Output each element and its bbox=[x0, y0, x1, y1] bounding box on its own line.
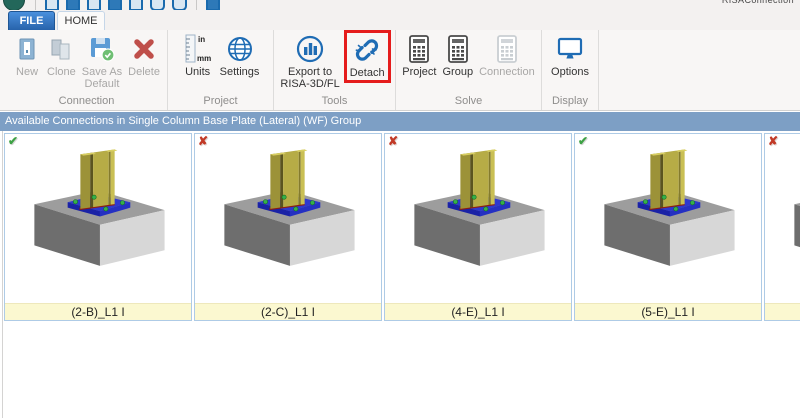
new-file-icon[interactable] bbox=[45, 0, 59, 10]
export-chart-icon bbox=[295, 33, 325, 65]
save-icon[interactable] bbox=[87, 0, 101, 10]
connection-label[interactable]: (2-C)_L1 I bbox=[195, 303, 381, 320]
risaconnection-window: { "window": { "title_fragment": "RISACon… bbox=[0, 0, 800, 418]
ribbon-group-tools: Export to RISA-3D/FL Detach Tools bbox=[274, 30, 396, 110]
solve-project-calculator-icon bbox=[406, 33, 432, 65]
tab-file[interactable]: FILE bbox=[8, 11, 55, 30]
button-label: Save As Default bbox=[82, 66, 122, 90]
clone-button[interactable]: Clone bbox=[45, 32, 78, 79]
delete-x-icon bbox=[131, 33, 157, 65]
detach-button[interactable]: Detach bbox=[348, 33, 387, 80]
undo-icon[interactable] bbox=[150, 0, 165, 10]
settings-globe-icon bbox=[225, 33, 255, 65]
baseplate-3d-thumbnail[interactable] bbox=[575, 140, 761, 290]
connection-label[interactable]: (5-E)_L1 I bbox=[575, 303, 761, 320]
ribbon-group-project: in mm Units Settings Project bbox=[168, 30, 274, 110]
connection-label[interactable]: (4-E)_L1 I bbox=[385, 303, 571, 320]
baseplate-3d-thumbnail[interactable] bbox=[5, 140, 191, 290]
connections-panel: ✔ (2-B)_L1 I ✘ (2-C)_L1 I ✘ (4-E)_L1 I ✔… bbox=[0, 131, 800, 418]
solve-connection-calculator-icon bbox=[494, 33, 520, 65]
export-doc-icon[interactable] bbox=[129, 0, 143, 10]
save-as-default-icon bbox=[88, 33, 116, 65]
save-all-icon[interactable] bbox=[108, 0, 122, 10]
app-logo-icon[interactable] bbox=[3, 0, 25, 10]
connection-card[interactable]: ✘ (4-E)_L1 I bbox=[384, 133, 572, 321]
connection-card[interactable]: ✘ bbox=[764, 133, 800, 321]
tab-home[interactable]: HOME bbox=[57, 11, 105, 30]
detach-highlight-rect: Detach bbox=[344, 30, 391, 83]
export-risa3d-button[interactable]: Export to RISA-3D/FL bbox=[278, 32, 341, 91]
connection-card[interactable]: ✔ (5-E)_L1 I bbox=[574, 133, 762, 321]
solve-project-button[interactable]: Project bbox=[400, 32, 438, 79]
group-label-tools: Tools bbox=[274, 95, 395, 110]
connection-label[interactable]: (2-B)_L1 I bbox=[5, 303, 191, 320]
button-label: Settings bbox=[220, 66, 260, 78]
pass-check-icon: ✔ bbox=[578, 134, 588, 148]
button-label: Connection bbox=[479, 66, 535, 78]
ribbon-group-connection: New Clone Save As Default Delete bbox=[6, 30, 168, 110]
options-button[interactable]: Options bbox=[549, 32, 591, 79]
solve-group-calculator-icon bbox=[445, 33, 471, 65]
button-label: Delete bbox=[128, 66, 160, 78]
fail-x-icon: ✘ bbox=[198, 134, 208, 148]
solve-connection-button[interactable]: Connection bbox=[477, 32, 537, 79]
redo-icon[interactable] bbox=[172, 0, 187, 10]
ribbon: New Clone Save As Default Delete bbox=[0, 30, 800, 111]
button-label: Clone bbox=[47, 66, 76, 78]
new-connection-icon bbox=[13, 33, 41, 65]
connection-gallery: ✔ (2-B)_L1 I ✘ (2-C)_L1 I ✘ (4-E)_L1 I ✔… bbox=[4, 133, 800, 323]
button-label: Project bbox=[402, 66, 436, 78]
options-monitor-icon bbox=[555, 33, 585, 65]
baseplate-3d-thumbnail[interactable] bbox=[385, 140, 571, 290]
fail-x-icon: ✘ bbox=[388, 134, 398, 148]
units-ruler-icon: in mm bbox=[182, 33, 214, 65]
connection-card[interactable]: ✘ (2-C)_L1 I bbox=[194, 133, 382, 321]
window-title: RISAConnection bbox=[722, 0, 794, 6]
tools-wrench-icon[interactable] bbox=[206, 0, 220, 10]
delete-button[interactable]: Delete bbox=[126, 32, 162, 79]
solve-group-button[interactable]: Group bbox=[441, 32, 476, 79]
panel-left-border bbox=[2, 131, 3, 418]
group-label-connection: Connection bbox=[6, 95, 167, 110]
ribbon-group-solve: Project Group Connection Solve bbox=[396, 30, 542, 110]
group-label-project: Project bbox=[168, 95, 273, 110]
ribbon-tab-row: FILE HOME bbox=[0, 10, 800, 30]
settings-button[interactable]: Settings bbox=[218, 32, 262, 79]
detach-broken-chain-icon bbox=[352, 34, 382, 66]
svg-text:mm: mm bbox=[197, 54, 211, 63]
button-label: Units bbox=[185, 66, 210, 78]
separator bbox=[196, 0, 197, 10]
button-label: New bbox=[16, 66, 38, 78]
baseplate-3d-thumbnail[interactable] bbox=[765, 140, 800, 290]
open-icon[interactable] bbox=[66, 0, 80, 10]
group-label-display: Display bbox=[542, 95, 598, 110]
save-as-default-button[interactable]: Save As Default bbox=[80, 32, 124, 91]
button-label: Group bbox=[443, 66, 474, 78]
separator bbox=[35, 0, 36, 10]
fail-x-icon: ✘ bbox=[768, 134, 778, 148]
new-button[interactable]: New bbox=[11, 32, 43, 79]
pass-check-icon: ✔ bbox=[8, 134, 18, 148]
baseplate-3d-thumbnail[interactable] bbox=[195, 140, 381, 290]
button-label: Options bbox=[551, 66, 589, 78]
svg-text:in: in bbox=[198, 35, 205, 44]
button-label: Export to RISA-3D/FL bbox=[280, 66, 339, 90]
clone-icon bbox=[47, 33, 75, 65]
units-button[interactable]: in mm Units bbox=[180, 32, 216, 79]
quick-access-toolbar bbox=[33, 0, 220, 10]
group-label-solve: Solve bbox=[396, 95, 541, 110]
connection-label[interactable] bbox=[765, 303, 800, 320]
connection-card[interactable]: ✔ (2-B)_L1 I bbox=[4, 133, 192, 321]
title-bar: RISAConnection bbox=[0, 0, 800, 10]
ribbon-group-display: Options Display bbox=[542, 30, 599, 110]
button-label: Detach bbox=[350, 67, 385, 79]
available-connections-header: Available Connections in Single Column B… bbox=[0, 112, 800, 131]
